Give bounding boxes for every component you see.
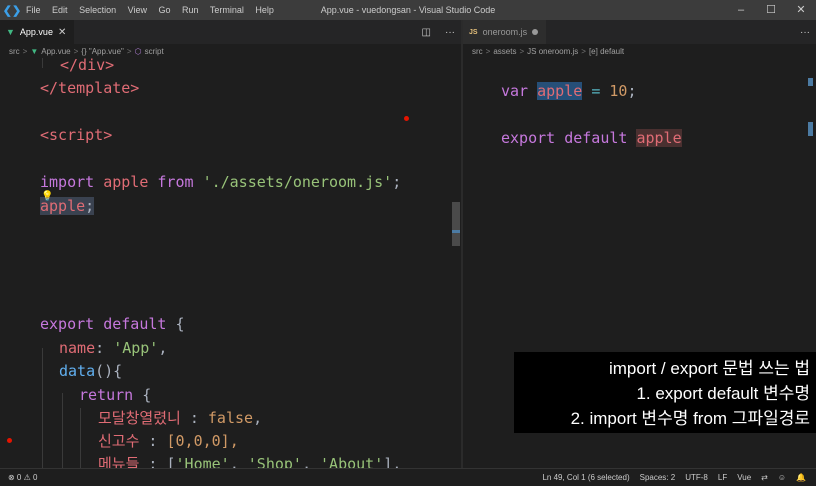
language-mode[interactable]: Vue [737,473,751,482]
code-line: name: 'App', [59,339,168,357]
tab-oneroom-js[interactable]: JS oneroom.js [463,20,547,44]
menu-bar: File Edit Selection View Go Run Terminal… [26,5,283,15]
status-bar: ⊗ 0 ⚠ 0 Ln 49, Col 1 (6 selected) Spaces… [0,468,816,486]
encoding[interactable]: UTF-8 [685,473,708,482]
feedback-icon[interactable]: ☺ [778,473,786,482]
problems-indicator[interactable]: ⊗ 0 ⚠ 0 [0,473,37,482]
breadcrumb-separator: > [126,46,132,56]
unsaved-dot-icon[interactable] [532,29,539,35]
breadcrumb-item[interactable]: script [145,47,164,56]
code-line: </div> [60,56,115,74]
indent-guide [42,58,43,68]
maximize-button[interactable]: ☐ [756,0,786,20]
code-line: export default apple [501,129,682,147]
breadcrumb-item[interactable]: assets [493,47,516,56]
menu-selection[interactable]: Selection [79,5,116,15]
title-bar: ❮❯ File Edit Selection View Go Run Termi… [0,0,816,20]
code-line: 메뉴들 : ['Home', 'Shop', 'About'], [98,455,402,469]
caption-line: 2. import 변수명 from 그파일경로 [570,409,810,428]
code-line: </template> [40,79,140,97]
menu-terminal[interactable]: Terminal [210,5,244,15]
editor-actions: ··· [800,20,810,44]
video-caption: import / export 문법 쓰는 법 1. export defaul… [514,352,816,433]
notifications-icon[interactable]: 🔔 [796,473,806,482]
code-line: 모달창열렸니 : false, [98,409,263,427]
code-line: var apple = 10; [501,82,637,100]
menu-file[interactable]: File [26,5,41,15]
indentation[interactable]: Spaces: 2 [640,473,676,482]
tab-label: App.vue [19,27,53,37]
indent-guide [42,348,43,469]
breadcrumb: src > assets > JS oneroom.js > [e] defau… [463,44,816,58]
vue-file-icon: ▼ [30,46,39,56]
lightbulb-icon[interactable]: 💡 [41,192,53,202]
tab-label: oneroom.js [482,27,528,37]
code-line: 신고수 : [0,0,0], [98,432,239,450]
more-actions-icon[interactable]: ··· [800,27,810,38]
scrollbar-marker [808,122,813,136]
breadcrumb-item[interactable]: src [472,47,483,56]
right-tab-bar: JS oneroom.js ··· [463,20,816,44]
vue-file-icon: ▼ [6,27,15,37]
window-controls: – ☐ ✕ [726,0,816,20]
breadcrumb-item[interactable]: src [9,47,20,56]
status-right: Ln 49, Col 1 (6 selected) Spaces: 2 UTF-… [542,473,806,482]
code-line: export default { [40,315,185,333]
symbol-icon: ⬡ [134,46,142,56]
editor-actions: ◫ ··· [422,20,455,44]
caption-line: 1. export default 변수명 [636,384,810,403]
breadcrumb-item[interactable]: JS oneroom.js [527,47,578,56]
close-tab-icon[interactable]: ✕ [58,27,66,38]
left-tab-bar: ▼ App.vue ✕ ◫ ··· [0,20,461,44]
more-actions-icon[interactable]: ··· [445,27,455,38]
live-share-icon[interactable]: ⇄ [761,473,768,482]
scrollbar-marker [808,78,813,86]
breadcrumb-separator: > [581,46,586,56]
code-line: data(){ [59,362,123,380]
code-line: return { [79,386,152,404]
breakpoint-dot[interactable] [7,438,12,443]
indent-guide [80,408,81,469]
caption-line: import / export 문법 쓰는 법 [608,359,810,378]
menu-go[interactable]: Go [158,5,170,15]
code-editor[interactable]: </div> </template> <script> import apple… [0,56,461,469]
menu-help[interactable]: Help [255,5,274,15]
minimize-button[interactable]: – [726,0,756,20]
split-editor-icon[interactable]: ◫ [422,27,431,38]
breadcrumb-separator: > [519,46,525,56]
indent-guide [62,393,63,469]
breadcrumb-separator: > [22,46,28,56]
code-line: <script> [40,126,113,144]
menu-run[interactable]: Run [182,5,199,15]
menu-edit[interactable]: Edit [52,5,68,15]
tab-app-vue[interactable]: ▼ App.vue ✕ [0,20,75,44]
close-window-button[interactable]: ✕ [786,0,816,20]
code-line: import apple from './assets/oneroom.js'; [40,173,402,191]
cursor-position[interactable]: Ln 49, Col 1 (6 selected) [542,473,629,482]
menu-view[interactable]: View [128,5,147,15]
scrollbar-marker [452,230,460,233]
end-of-line[interactable]: LF [718,473,727,482]
left-editor-pane: ▼ App.vue ✕ ◫ ··· src > ▼ App.vue > {} "… [0,20,461,469]
cursor-dot [404,116,409,121]
breadcrumb-separator: > [485,46,491,56]
js-file-icon: JS [469,28,478,36]
breadcrumb-item[interactable]: [e] default [589,47,624,56]
scrollbar-thumb[interactable] [452,202,460,246]
vscode-logo-icon: ❮❯ [2,4,22,17]
